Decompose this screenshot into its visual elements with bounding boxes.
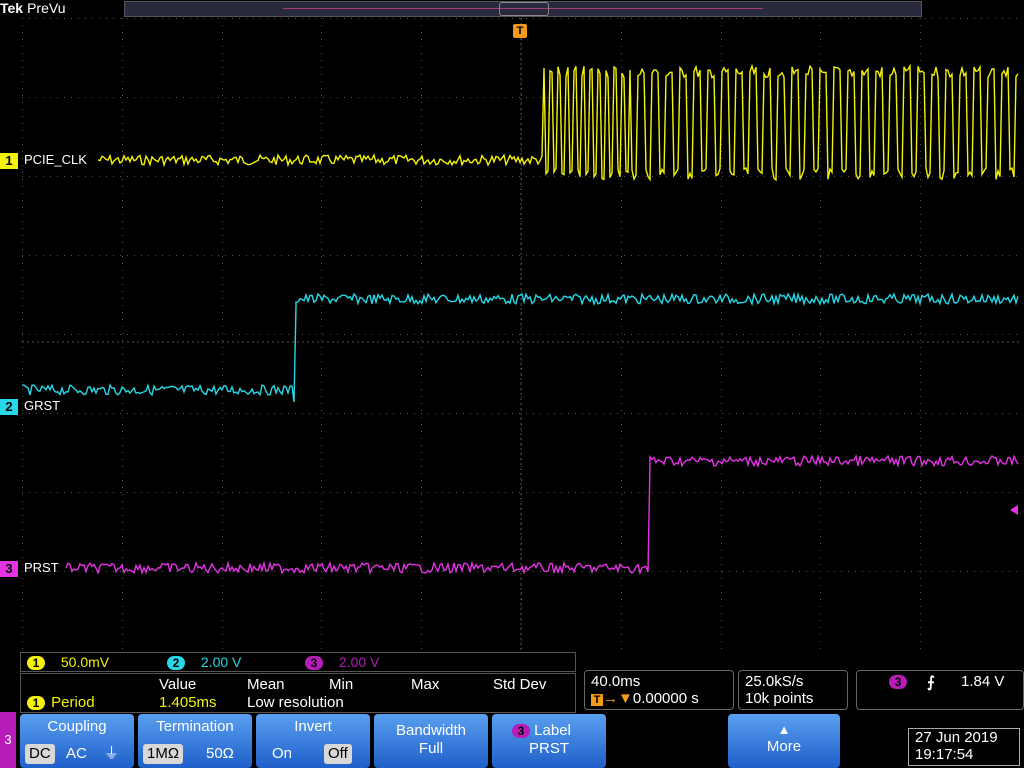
ch1-marker[interactable]: 1 [0,153,18,169]
graticule [22,18,1020,650]
invert-off[interactable]: Off [324,744,352,764]
coupling-dc[interactable]: DC [25,744,55,764]
brand: Tek PreVu [0,0,65,16]
channel-readouts: 1 50.0mV 2 2.00 V 3 2.00 V [20,652,576,672]
ch3-label: PRST [24,560,59,575]
bandwidth-title: Bandwidth [395,722,467,739]
waveform-display[interactable] [22,18,1020,650]
termination-button[interactable]: Termination 1MΩ 50Ω [138,714,252,768]
trigger-level-icon[interactable] [1010,505,1018,515]
rising-edge-icon: ⨍ [927,674,935,691]
time: 19:17:54 [915,746,974,763]
meas-header-stddev: Std Dev [493,676,547,693]
invert-button[interactable]: Invert On Off [256,714,370,768]
sample-rate: 25.0kS/s [745,673,804,690]
ch1-readout[interactable]: 1 50.0mV [27,654,110,671]
trigger-source-chip: 3 [889,675,907,690]
ch1-waveform [97,63,1019,182]
ch2-waveform [22,291,1019,403]
coupling-button[interactable]: Coupling DC AC ⏚ [20,714,134,768]
label-button[interactable]: 3 Label PRST [492,714,606,768]
horizontal-readout[interactable]: 40.0ms T →▼0.00000 s [584,670,734,710]
more-button[interactable]: ▲ More [728,714,840,768]
bandwidth-button[interactable]: Bandwidth Full [374,714,488,768]
coupling-ground-icon[interactable]: ⏚ [100,744,123,764]
label-title: Label [534,722,571,739]
label-chan-chip: 3 [512,724,530,739]
meas-header-value: Value [159,676,197,693]
acquisition-readout[interactable]: 25.0kS/s 10k points [738,670,848,710]
meas-source-chip: 1 [27,696,45,711]
ch2-label: GRST [24,398,61,413]
bandwidth-value: Full [418,740,444,757]
invert-title: Invert [294,718,332,735]
ch2-chip: 2 [167,656,185,671]
termination-title: Termination [156,718,234,735]
trigger-readout[interactable]: 3 ⨍ 1.84 V [856,670,1024,710]
ch2-marker[interactable]: 2 [0,399,18,415]
termination-50ohm[interactable]: 50Ω [202,744,238,764]
more-label: More [766,738,802,755]
meas-header-mean: Mean [247,676,285,693]
channel-menu-tab[interactable]: 3 [0,712,16,768]
chevron-up-icon: ▲ [777,722,791,737]
view-bracket[interactable] [499,2,549,16]
meas-name: Period [51,694,95,711]
ch3-scale: 2.00 V [338,654,380,670]
trigger-t-icon: T [591,694,603,706]
ch1-chip: 1 [27,656,45,671]
meas-value: 1.405ms [159,694,217,711]
termination-1mohm[interactable]: 1MΩ [143,744,184,764]
meas-header-max: Max [411,676,440,693]
record-view-bar[interactable] [124,1,922,17]
ch3-waveform [65,454,1019,576]
coupling-ac[interactable]: AC [62,744,91,764]
invert-on[interactable]: On [268,744,296,764]
meas-header-min: Min [329,676,354,693]
meas-note: Low resolution [247,694,344,711]
ch1-scale: 50.0mV [60,654,110,670]
acquisition-mode: PreVu [27,0,66,16]
ch3-marker[interactable]: 3 [0,561,18,577]
top-status-bar: Tek PreVu [0,0,1024,17]
ch1-label: PCIE_CLK [24,152,87,167]
ch2-scale: 2.00 V [200,654,242,670]
ch2-readout[interactable]: 2 2.00 V [167,654,242,671]
coupling-title: Coupling [47,718,107,735]
trigger-level: 1.84 V [961,673,1005,690]
ch3-readout[interactable]: 3 2.00 V [305,654,380,671]
date: 27 Jun 2019 [915,729,998,746]
horizontal-scale: 40.0ms [591,673,641,690]
measurement-panel[interactable]: Value Mean Min Max Std Dev 1 Period 1.40… [20,673,576,713]
label-value: PRST [528,740,569,757]
brand-logo: Tek [0,0,24,16]
arrow-icon: →▼ [603,690,633,707]
ch3-chip: 3 [305,656,323,671]
datetime-display: 27 Jun 2019 19:17:54 [908,728,1020,766]
horizontal-position: 0.00000 s [632,690,699,707]
trigger-position-marker[interactable]: T [513,24,527,38]
record-length: 10k points [745,690,814,707]
